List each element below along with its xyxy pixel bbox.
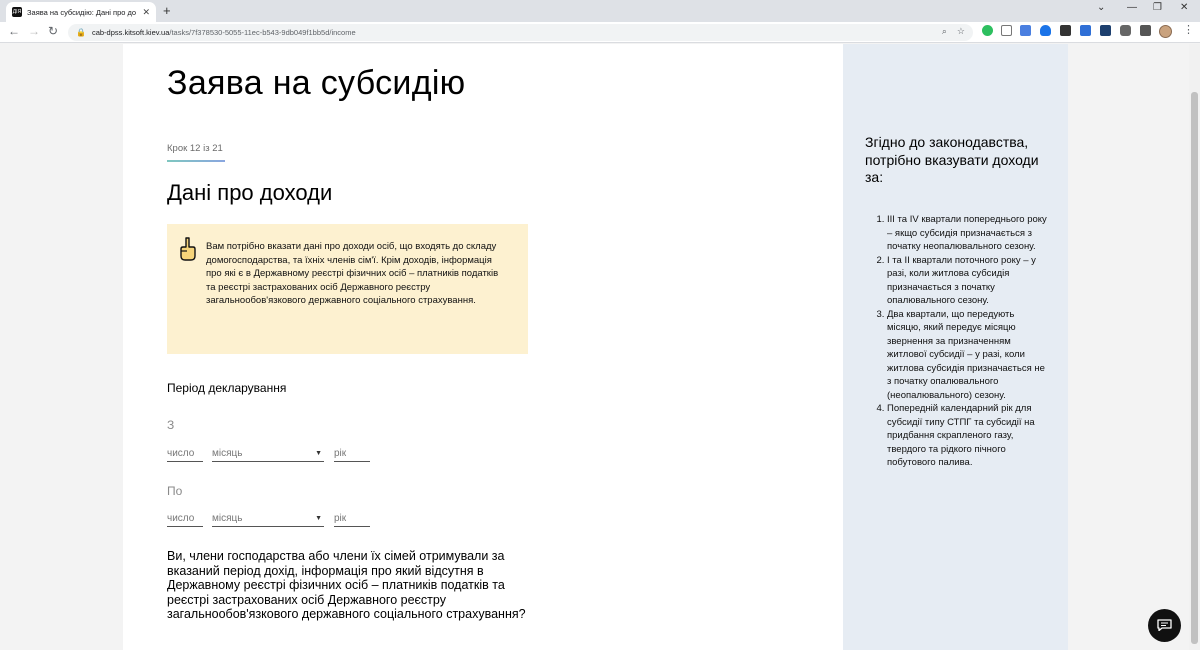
income-question: Ви, члени господарства або члени їх сіме… — [167, 549, 526, 621]
scrollbar-thumb[interactable] — [1191, 92, 1198, 644]
sidebar-list-item: І та ІІ квартали поточного року – у разі… — [887, 254, 1050, 308]
extension-pocket-icon[interactable] — [1001, 25, 1012, 36]
from-day-input[interactable]: число — [167, 446, 203, 462]
browser-toolbar: ← → ↻ 🔒 cab-dpss.kitsoft.kiev.ua/tasks/7… — [0, 22, 1200, 43]
to-month-select[interactable]: місяць ▼ — [212, 511, 324, 527]
sidebar-title: Згідно до законодавства, потрібно вказув… — [865, 134, 1039, 185]
extension-lt-icon[interactable] — [1060, 25, 1071, 36]
tab-close-icon[interactable]: ✕ — [142, 7, 150, 18]
sidebar-list: ІІІ та IV квартали попереднього року – я… — [865, 213, 1050, 470]
extensions-puzzle-icon[interactable] — [1120, 25, 1131, 36]
chevron-down-icon: ▼ — [315, 450, 322, 457]
back-icon[interactable]: ← — [8, 24, 20, 38]
section-title: Дані про доходи — [167, 180, 333, 205]
reload-icon[interactable]: ↻ — [48, 24, 58, 38]
to-year-input[interactable]: рік — [334, 511, 370, 527]
to-month-placeholder: місяць — [212, 513, 243, 524]
forward-icon[interactable]: → — [28, 24, 40, 38]
close-window-icon[interactable]: ✕ — [1180, 2, 1188, 13]
to-label: По — [167, 484, 183, 498]
step-progress-line — [167, 160, 225, 162]
zoom-icon[interactable]: ⌕ — [942, 26, 947, 37]
from-month-placeholder: місяць — [212, 448, 243, 459]
step-indicator: Крок 12 із 21 — [167, 143, 223, 154]
extension-translate-icon[interactable] — [1020, 25, 1031, 36]
sidebar-list-item: Два квартали, що передують місяцю, який … — [887, 308, 1050, 403]
browser-menu-icon[interactable]: ⋮ — [1183, 23, 1194, 36]
browser-tab[interactable]: ДІЯ Заява на субсидію: Дані про до ✕ — [6, 2, 156, 22]
address-bar[interactable]: 🔒 cab-dpss.kitsoft.kiev.ua/tasks/7f37853… — [68, 24, 973, 41]
extension-dv-icon[interactable] — [1080, 25, 1091, 36]
pointing-hand-icon — [180, 237, 196, 261]
extension-image-icon[interactable] — [1100, 25, 1111, 36]
from-month-select[interactable]: місяць ▼ — [212, 446, 324, 462]
url-text: cab-dpss.kitsoft.kiev.ua/tasks/7f378530-… — [91, 28, 356, 37]
notice-text: Вам потрібно вказати дані про доходи осі… — [206, 241, 499, 307]
chevron-down-icon: ▼ — [315, 515, 322, 522]
from-label: З — [167, 418, 175, 432]
extension-list-icon[interactable] — [1140, 25, 1151, 36]
from-year-input[interactable]: рік — [334, 446, 370, 462]
page-title: Заява на субсидію — [167, 64, 466, 102]
favicon-icon: ДІЯ — [12, 7, 22, 17]
lock-icon: 🔒 — [76, 28, 86, 37]
sidebar-list-item: Попередній календарний рік для субсидії … — [887, 402, 1050, 470]
tab-title: Заява на субсидію: Дані про до — [27, 7, 137, 17]
sidebar-list-item: ІІІ та IV квартали попереднього року – я… — [887, 213, 1050, 254]
new-tab-icon[interactable]: + — [163, 3, 171, 18]
period-label: Період декларування — [167, 381, 287, 395]
extension-shield-icon[interactable] — [1040, 25, 1051, 36]
minimize-icon[interactable]: — — [1127, 2, 1137, 13]
bookmark-star-icon[interactable]: ☆ — [957, 26, 965, 37]
browser-tabstrip: ДІЯ Заява на субсидію: Дані про до ✕ + ⌄… — [0, 0, 1200, 22]
profile-avatar[interactable] — [1159, 25, 1172, 38]
to-day-input[interactable]: число — [167, 511, 203, 527]
tab-search-icon[interactable]: ⌄ — [1097, 2, 1105, 13]
extension-evernote-icon[interactable] — [982, 25, 993, 36]
chat-icon — [1157, 619, 1172, 631]
restore-icon[interactable]: ❐ — [1153, 2, 1162, 13]
